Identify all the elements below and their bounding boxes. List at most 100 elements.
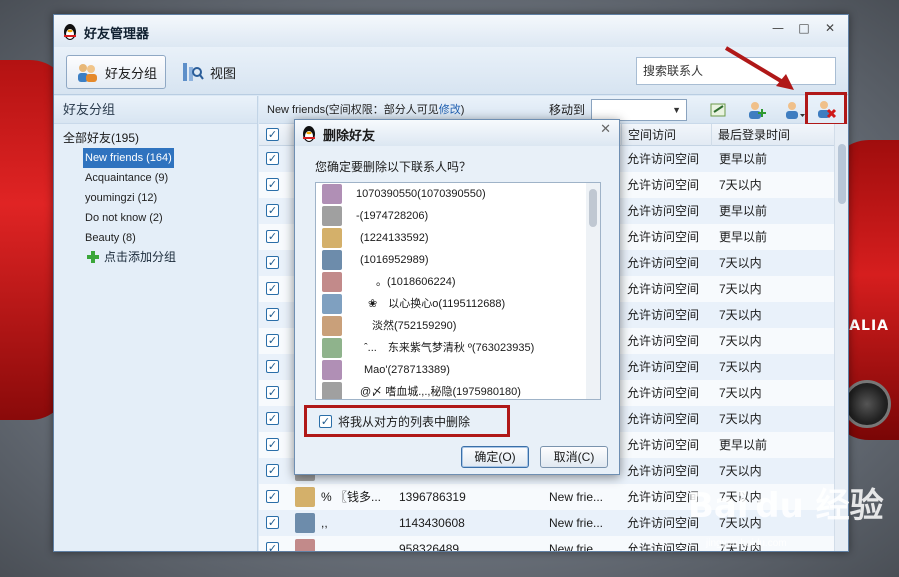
qq-penguin-icon (64, 24, 76, 40)
minimize-button[interactable]: — (766, 19, 790, 37)
watermark-brand: Bai du 经验 (688, 486, 884, 526)
avatar (295, 487, 315, 507)
row-checkbox[interactable]: ✓ (266, 464, 279, 477)
delete-user-icon (818, 101, 837, 119)
row-last-login: 7天以内 (719, 412, 762, 426)
contact-name: @〆 嗜血城.,.,秘隐(1975980180) (360, 386, 521, 398)
window-controls: — □ ✕ (766, 19, 842, 37)
row-checkbox[interactable]: ✓ (266, 334, 279, 347)
row-space-access: 允许访问空间 (627, 334, 700, 348)
row-checkbox[interactable]: ✓ (266, 282, 279, 295)
row-checkbox[interactable]: ✓ (266, 542, 279, 551)
row-checkbox[interactable]: ✓ (266, 178, 279, 191)
row-checkbox[interactable]: ✓ (266, 490, 279, 503)
row-space-access: 允许访问空间 (627, 360, 700, 374)
maximize-button[interactable]: □ (792, 19, 816, 37)
row-checkbox[interactable]: ✓ (266, 204, 279, 217)
contact-item: Mao'(278713389) (316, 359, 600, 381)
row-last-login: 7天以内 (719, 360, 762, 374)
row-last-login: 7天以内 (719, 178, 762, 192)
scrollbar-thumb[interactable] (838, 144, 846, 204)
select-all-checkbox[interactable]: ✓ (266, 128, 279, 141)
avatar (295, 539, 315, 551)
delete-friend-button[interactable] (805, 92, 847, 126)
cancel-button[interactable]: 取消(C) (540, 446, 608, 468)
avatar (322, 338, 342, 358)
contact-item: (1016952989) (316, 249, 600, 271)
header-last-login[interactable]: 最后登录时间 (711, 124, 790, 146)
row-checkbox[interactable]: ✓ (266, 412, 279, 425)
contact-name: 1070390550(1070390550) (356, 188, 486, 200)
contact-name: 淡然(752159290) (372, 320, 457, 332)
avatar (322, 250, 342, 270)
row-checkbox[interactable]: ✓ (266, 516, 279, 529)
avatar (322, 206, 342, 226)
remove-self-checkbox[interactable]: ✓ (319, 414, 332, 428)
permission-modify-link[interactable]: 修改 (439, 104, 461, 116)
dialog-question: 您确定要删除以下联系人吗？ (315, 160, 472, 174)
row-group: New frie... (549, 542, 604, 551)
row-space-access: 允许访问空间 (627, 308, 700, 322)
contact-name: Mao'(278713389) (364, 364, 450, 376)
group-item-do-not-know[interactable]: Do not know (2) (83, 208, 165, 228)
row-last-login: 7天以内 (719, 386, 762, 400)
sidebar-header: 好友分组 (54, 96, 257, 124)
scrollbar-thumb[interactable] (589, 189, 597, 227)
row-last-login: 更早以前 (719, 152, 768, 166)
row-checkbox[interactable]: ✓ (266, 256, 279, 269)
header-space-access[interactable]: 空间访问 (621, 124, 676, 146)
contact-list: 1070390550(1070390550) -(1974728206) (1224… (315, 182, 601, 400)
view-icon (183, 63, 204, 81)
contact-item: 1070390550(1070390550) (316, 183, 600, 205)
add-group-button[interactable]: 点击添加分组 (86, 248, 257, 265)
dialog-title: 删除好友 (323, 128, 376, 143)
desktop-car-badge: ALIA (849, 318, 889, 334)
row-checkbox[interactable]: ✓ (266, 152, 279, 165)
plus-icon (87, 250, 99, 263)
row-checkbox[interactable]: ✓ (266, 308, 279, 321)
row-last-login: 更早以前 (719, 230, 768, 244)
contact-item: -(1974728206) (316, 205, 600, 227)
row-checkbox[interactable]: ✓ (266, 386, 279, 399)
row-last-login: 7天以内 (719, 308, 762, 322)
friend-group-button[interactable]: 好友分组 (66, 55, 167, 89)
remove-self-option[interactable]: ✓ 将我从对方的列表中删除 (304, 405, 510, 437)
ok-button[interactable]: 确定(O) (461, 446, 529, 468)
dialog-close-button[interactable]: ✕ (600, 122, 611, 137)
row-checkbox[interactable]: ✓ (266, 360, 279, 373)
delete-friend-dialog: 删除好友 ✕ 您确定要删除以下联系人吗？ 1070390550(10703905… (294, 119, 620, 475)
row-checkbox[interactable]: ✓ (266, 438, 279, 451)
row-checkbox[interactable]: ✓ (266, 230, 279, 243)
row-space-access: 允许访问空间 (627, 412, 700, 426)
row-last-login: 更早以前 (719, 204, 768, 218)
row-space-access: 允许访问空间 (627, 256, 700, 270)
view-button[interactable]: 视图 (172, 55, 244, 89)
avatar (322, 382, 342, 399)
qq-penguin-icon (303, 126, 315, 142)
group-list: New friends (164) Acquaintance (9) youmi… (54, 148, 257, 248)
group-item-beauty[interactable]: Beauty (8) (83, 228, 138, 248)
row-space-access: 允许访问空间 (627, 230, 700, 244)
remove-self-label: 将我从对方的列表中删除 (338, 414, 471, 429)
contact-list-items: 1070390550(1070390550) -(1974728206) (1224… (316, 183, 600, 399)
contact-list-scrollbar[interactable] (586, 183, 600, 399)
avatar (322, 272, 342, 292)
move-to-select[interactable]: ▼ (591, 99, 687, 121)
close-button[interactable]: ✕ (818, 19, 842, 37)
contact-name: (1224133592) (360, 232, 429, 244)
chevron-down-icon: ▼ (672, 105, 681, 115)
group-all-friends[interactable]: 全部好友(195) (54, 124, 257, 148)
group-item-acquaintance[interactable]: Acquaintance (9) (83, 168, 170, 188)
user-settings-icon (786, 102, 805, 119)
row-last-login: 7天以内 (719, 334, 762, 348)
add-group-label: 点击添加分组 (104, 250, 177, 264)
contact-name: 。(1018606224) (376, 276, 456, 288)
row-group: New frie... (549, 516, 604, 530)
group-item-new-friends[interactable]: New friends (164) (83, 148, 174, 168)
row-space-access: 允许访问空间 (627, 438, 700, 452)
row-qq: 958326489 (399, 542, 460, 551)
group-item-youmingzi[interactable]: youmingzi (12) (83, 188, 159, 208)
row-space-access: 允许访问空间 (627, 178, 700, 192)
avatar (322, 228, 342, 248)
row-last-login: 更早以前 (719, 438, 768, 452)
